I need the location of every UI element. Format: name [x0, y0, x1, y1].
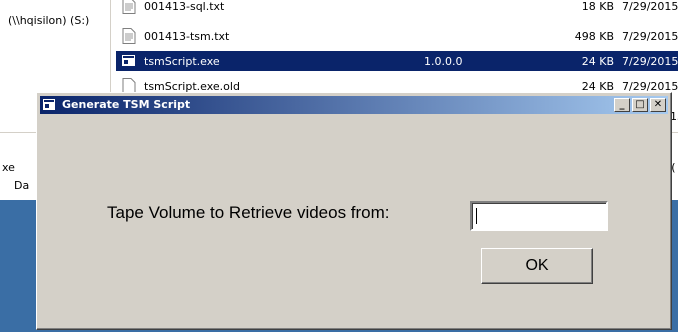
- tape-volume-input[interactable]: [470, 201, 608, 231]
- file-version: 1.0.0.0: [424, 55, 463, 68]
- file-row[interactable]: 001413-sql.txt 18 KB 7/29/2015: [116, 0, 678, 16]
- text-document-icon: [122, 0, 136, 14]
- nav-drive-item[interactable]: (\\hqisilon) (S:): [8, 14, 89, 27]
- file-row-selected[interactable]: tsmScript.exe 1.0.0.0 24 KB 7/29/2015: [116, 51, 678, 71]
- file-date: 7/29/2015: [622, 55, 678, 68]
- file-date: 7/29/2015: [622, 0, 678, 13]
- generate-tsm-script-dialog: Generate TSM Script _ □ ✕ Tape Volume to…: [36, 92, 672, 330]
- file-name: 001413-tsm.txt: [144, 30, 230, 43]
- details-fragment: Da: [14, 179, 30, 192]
- dialog-titlebar[interactable]: Generate TSM Script _ □ ✕: [40, 96, 668, 114]
- details-fragment: xe: [2, 161, 15, 174]
- file-name: tsmScript.exe: [144, 55, 220, 68]
- minimize-button[interactable]: _: [614, 98, 630, 112]
- text-document-icon: [122, 28, 136, 44]
- file-date: 7/29/2015: [622, 30, 678, 43]
- dialog-title: Generate TSM Script: [62, 98, 191, 111]
- file-size: 18 KB: [581, 0, 614, 13]
- tape-volume-label: Tape Volume to Retrieve videos from:: [107, 203, 390, 222]
- application-window-icon: [43, 99, 55, 110]
- maximize-button[interactable]: □: [632, 98, 648, 112]
- application-window-icon: [122, 55, 135, 66]
- text-caret: [476, 208, 477, 224]
- ok-button[interactable]: OK: [481, 248, 593, 284]
- file-row[interactable]: 001413-tsm.txt 498 KB 7/29/2015: [116, 26, 678, 46]
- file-size: 498 KB: [574, 30, 614, 43]
- file-size: 24 KB: [581, 55, 614, 68]
- file-name: 001413-sql.txt: [144, 0, 225, 13]
- close-button[interactable]: ✕: [650, 98, 666, 112]
